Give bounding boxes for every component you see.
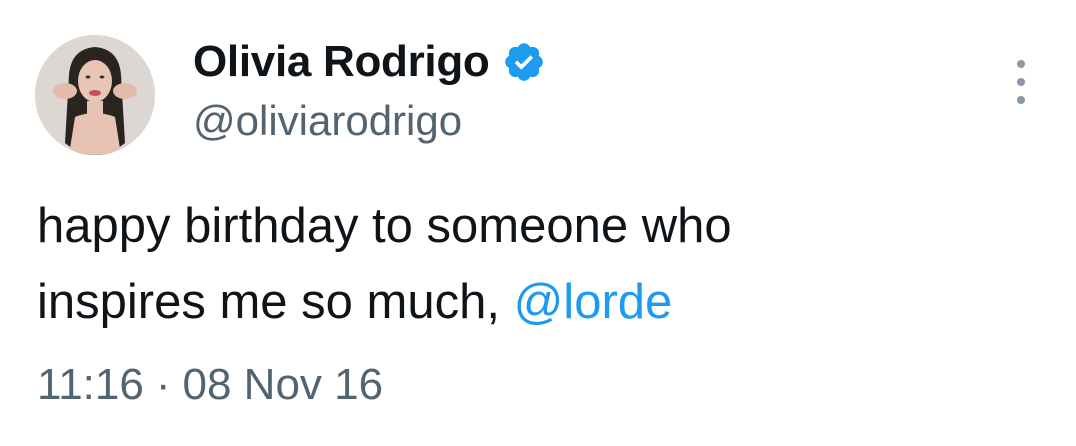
author-handle[interactable]: @oliviarodrigo xyxy=(193,97,462,145)
tweet-text-line-2-prefix: inspires me so much, xyxy=(37,275,514,329)
mention-link[interactable]: @lorde xyxy=(514,275,673,329)
tweet-time: 11:16 xyxy=(37,360,144,409)
verified-badge-icon[interactable] xyxy=(502,40,546,84)
tweet-text: happy birthday to someone who inspires m… xyxy=(37,188,1037,340)
tweet-card: Olivia Rodrigo @oliviarodrigo happy birt… xyxy=(0,0,1076,446)
author-name-row: Olivia Rodrigo xyxy=(193,36,546,88)
tweet-text-line-2: inspires me so much, @lorde xyxy=(37,264,1037,340)
tweet-timestamp[interactable]: 11:16 · 08 Nov 16 xyxy=(37,360,383,410)
timestamp-separator: · xyxy=(155,360,171,409)
more-dot xyxy=(1017,96,1025,104)
tweet-date: 08 Nov 16 xyxy=(182,360,384,409)
more-options-icon[interactable] xyxy=(1008,60,1034,104)
tweet-text-line-1: happy birthday to someone who xyxy=(37,199,732,253)
more-dot xyxy=(1017,60,1025,68)
more-dot xyxy=(1017,78,1025,86)
author-display-name[interactable]: Olivia Rodrigo xyxy=(193,37,490,87)
avatar[interactable] xyxy=(35,35,155,155)
